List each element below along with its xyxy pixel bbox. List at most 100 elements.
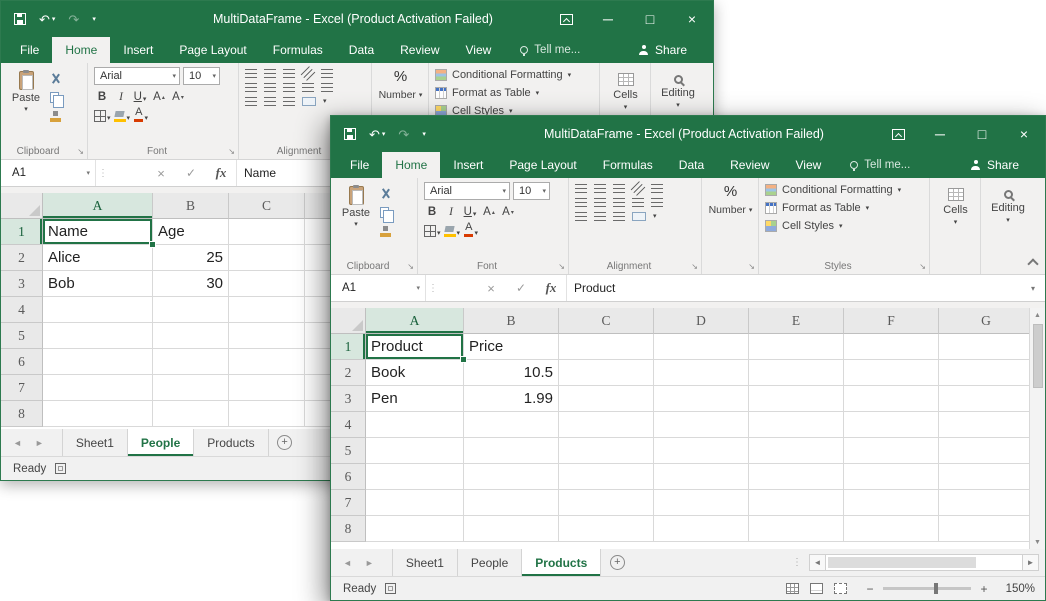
paste-button[interactable]: Paste ▾ [7,67,45,143]
menu-tab-home[interactable]: Home [382,152,440,178]
orientation-button[interactable] [631,181,646,196]
row-header-5[interactable]: 5 [331,438,366,464]
name-box[interactable]: A1 ▾ [334,275,426,301]
sheet-tab-products[interactable]: Products [194,429,268,456]
italic-button[interactable]: I [113,88,129,104]
borders-button[interactable]: ▾ [94,107,111,123]
percent-style-button[interactable]: % [394,68,407,85]
font-color-button[interactable]: A▾ [463,222,479,238]
cell-E5[interactable] [749,438,844,464]
cell-A2[interactable]: Alice [43,245,153,271]
font-color-button[interactable]: A▾ [133,107,149,123]
menu-tab-formulas[interactable]: Formulas [590,152,666,178]
row-header-1[interactable]: 1 [1,219,43,245]
row-header-8[interactable]: 8 [331,516,366,542]
cell-A5[interactable] [366,438,464,464]
menu-tab-insert[interactable]: Insert [440,152,496,178]
align-left-button[interactable] [245,83,257,92]
maximize-button[interactable]: □ [629,1,671,37]
increase-font-button[interactable]: A▴ [151,88,167,104]
customize-quick-access-button[interactable]: ▾ [92,16,96,23]
menu-tab-formulas[interactable]: Formulas [260,37,336,63]
cell-B8[interactable] [464,516,559,542]
font-size-select[interactable]: 10 ▾ [513,182,550,200]
tell-me-box[interactable]: Tell me... [850,152,910,178]
percent-style-button[interactable]: % [724,183,737,200]
column-header-G[interactable]: G [939,308,1034,334]
column-header-F[interactable]: F [844,308,939,334]
format-painter-button[interactable] [380,225,391,238]
cell-A1[interactable]: Name [43,219,153,245]
wrap-text-button[interactable] [321,69,333,78]
redo-button[interactable]: ↷ [398,128,409,141]
cell-F7[interactable] [844,490,939,516]
increase-indent-button[interactable] [321,83,333,92]
cell-F8[interactable] [844,516,939,542]
undo-button[interactable]: ↶▾ [369,128,385,141]
column-header-C[interactable]: C [229,193,305,219]
menu-tab-insert[interactable]: Insert [110,37,166,63]
cell-F2[interactable] [844,360,939,386]
conditional-formatting-button[interactable]: Conditional Formatting ▾ [765,184,924,196]
close-button[interactable]: × [1003,116,1045,152]
align-center-button[interactable] [594,198,606,207]
vertical-scrollbar[interactable]: ▲ ▼ [1029,308,1045,549]
cell-B6[interactable] [464,464,559,490]
align-middle-button[interactable] [594,184,606,193]
increase-font-button[interactable]: A▴ [481,203,497,219]
conditional-formatting-button[interactable]: Conditional Formatting ▾ [435,69,594,81]
close-button[interactable]: × [671,1,713,37]
justify-right-button[interactable] [283,97,295,106]
tab-scroll-splitter[interactable]: ⋮ [785,549,809,576]
justify-right-button[interactable] [613,212,625,221]
row-header-7[interactable]: 7 [1,375,43,401]
number-dialog-launcher[interactable]: ↘ [748,263,755,271]
align-right-button[interactable] [283,83,295,92]
italic-button[interactable]: I [443,203,459,219]
select-all-button[interactable] [1,193,43,219]
ribbon-display-options-button[interactable] [545,1,587,37]
styles-dialog-launcher[interactable]: ↘ [919,263,926,271]
cell-C3[interactable] [229,271,305,297]
paste-button[interactable]: Paste ▾ [337,182,375,258]
name-box-splitter[interactable]: ⋮ [96,168,110,179]
align-bottom-button[interactable] [283,69,295,78]
cell-A7[interactable] [366,490,464,516]
zoom-in-button[interactable]: + [978,582,990,596]
menu-tab-home[interactable]: Home [52,37,110,63]
cell-C3[interactable] [559,386,654,412]
font-name-select[interactable]: Arial ▾ [424,182,510,200]
cancel-icon[interactable]: × [476,281,506,296]
cell-A4[interactable] [43,297,153,323]
row-header-2[interactable]: 2 [1,245,43,271]
cell-E6[interactable] [749,464,844,490]
cell-D2[interactable] [654,360,749,386]
cell-A3[interactable]: Pen [366,386,464,412]
cancel-icon[interactable]: × [146,166,176,181]
align-top-button[interactable] [245,69,257,78]
bold-button[interactable]: B [424,203,440,219]
align-top-button[interactable] [575,184,587,193]
cell-A3[interactable]: Bob [43,271,153,297]
column-header-C[interactable]: C [559,308,654,334]
horizontal-scroll-thumb[interactable] [828,557,976,568]
cell-G3[interactable] [939,386,1034,412]
cell-D4[interactable] [654,412,749,438]
customize-quick-access-button[interactable]: ▾ [422,131,426,138]
insert-function-button[interactable]: fx [206,165,236,181]
number-format-select[interactable]: Number ▾ [379,89,423,101]
name-box[interactable]: A1 ▾ [4,160,96,186]
save-icon[interactable] [14,13,26,25]
cell-A6[interactable] [366,464,464,490]
row-header-4[interactable]: 4 [1,297,43,323]
sheet-nav-left-icon[interactable]: ◄ [343,558,352,568]
cell-C5[interactable] [229,323,305,349]
new-sheet-button[interactable]: + [601,549,633,576]
zoom-level[interactable]: 150% [997,583,1035,595]
cell-B7[interactable] [153,375,229,401]
alignment-dialog-launcher[interactable]: ↘ [691,263,698,271]
sheet-tab-people[interactable]: People [128,429,194,456]
save-icon[interactable] [344,128,356,140]
scroll-up-icon[interactable]: ▲ [1034,308,1041,322]
cell-G2[interactable] [939,360,1034,386]
